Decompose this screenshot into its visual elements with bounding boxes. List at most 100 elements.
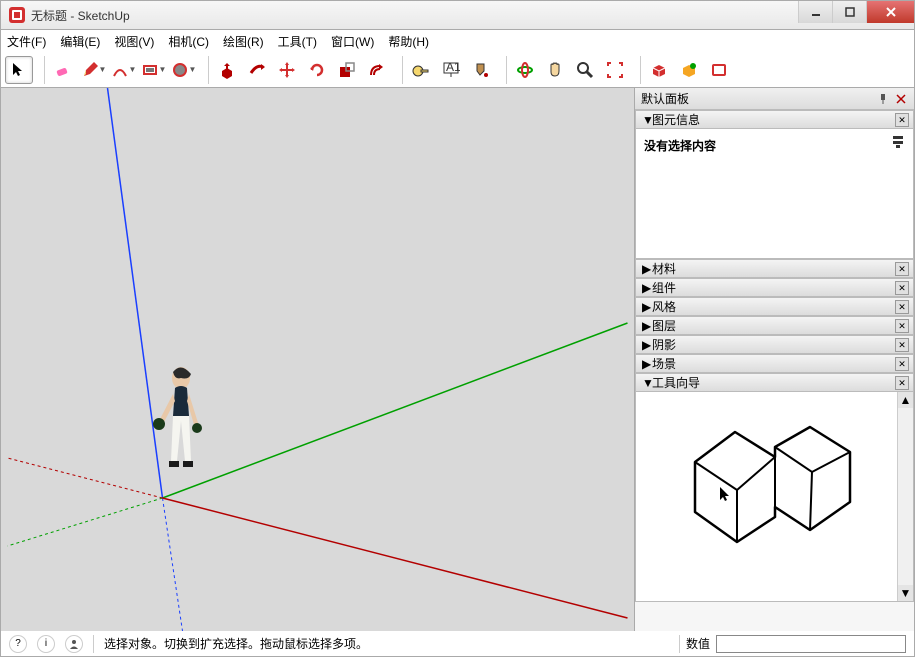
panel-entity-info-title: 图元信息	[652, 111, 700, 128]
panel-close-icon[interactable]: ✕	[895, 262, 909, 276]
panel-materials-title: 材料	[652, 260, 676, 277]
scale-tool[interactable]	[333, 56, 361, 84]
eraser-tool[interactable]	[49, 56, 77, 84]
panel-close-icon[interactable]: ✕	[895, 319, 909, 333]
chevron-right-icon: ▶	[642, 319, 652, 333]
status-user-icon[interactable]	[65, 635, 83, 653]
arc-tool[interactable]: ▼	[109, 56, 137, 84]
panel-close-icon[interactable]: ✕	[895, 357, 909, 371]
axes-overlay	[1, 88, 634, 631]
pushpull-tool[interactable]	[213, 56, 241, 84]
svg-text:A1: A1	[446, 61, 460, 74]
scroll-down-icon[interactable]: ▼	[898, 585, 913, 601]
zoom-tool[interactable]	[571, 56, 599, 84]
menu-draw[interactable]: 绘图(R)	[223, 33, 264, 50]
panel-close-icon[interactable]: ✕	[895, 281, 909, 295]
panel-shadows-header[interactable]: ▶阴影 ✕	[635, 335, 914, 354]
toolbar-separator	[201, 56, 209, 84]
panel-close-icon[interactable]: ✕	[895, 113, 909, 127]
tray-title-bar[interactable]: 默认面板	[635, 88, 914, 110]
panel-shadows-title: 阴影	[652, 336, 676, 353]
viewport[interactable]	[1, 88, 634, 631]
status-info-icon[interactable]: i	[37, 635, 55, 653]
panel-components-header[interactable]: ▶组件✕	[635, 278, 914, 297]
menu-edit[interactable]: 编辑(E)	[60, 33, 100, 50]
status-divider	[93, 635, 94, 653]
menu-help[interactable]: 帮助(H)	[388, 33, 429, 50]
scroll-up-icon[interactable]: ▲	[898, 392, 913, 408]
move-tool[interactable]	[273, 56, 301, 84]
collapsed-panels: ▶材料✕ ▶组件✕ ▶风格✕ ▶图层✕ ▶阴影✕ ▶场景✕ ▼工具向导✕	[635, 259, 914, 392]
chevron-right-icon: ▶	[642, 357, 652, 371]
panel-close-icon[interactable]: ✕	[895, 338, 909, 352]
panel-scenes-title: 场景	[652, 355, 676, 372]
status-divider	[679, 635, 680, 653]
panel-layers-header[interactable]: ▶图层 ✕	[635, 316, 914, 335]
menu-bar: 文件(F) 编辑(E) 视图(V) 相机(C) 绘图(R) 工具(T) 窗口(W…	[0, 30, 915, 52]
panel-styles-header[interactable]: ▶风格✕	[635, 297, 914, 316]
pan-tool[interactable]	[541, 56, 569, 84]
followme-tool[interactable]	[243, 56, 271, 84]
title-bar: 无标题 - SketchUp	[0, 0, 915, 30]
value-input[interactable]	[716, 635, 906, 653]
offset-tool[interactable]	[363, 56, 391, 84]
menu-camera[interactable]: 相机(C)	[168, 33, 209, 50]
rotate-tool[interactable]	[303, 56, 331, 84]
minimize-button[interactable]	[798, 1, 832, 23]
select-tool[interactable]	[5, 56, 33, 84]
menu-tools[interactable]: 工具(T)	[278, 33, 317, 50]
value-label: 数值	[686, 635, 710, 652]
chevron-right-icon: ▶	[642, 262, 652, 276]
gear-icon[interactable]	[891, 135, 905, 152]
components-tool[interactable]	[645, 56, 673, 84]
pin-icon[interactable]	[876, 92, 890, 106]
paint-tool[interactable]	[467, 56, 495, 84]
warehouse-tool[interactable]	[675, 56, 703, 84]
chevron-down-icon: ▼	[642, 376, 652, 390]
entity-info-no-selection: 没有选择内容	[644, 139, 716, 153]
tray-panel: 默认面板 ▼ 图元信息 ✕ 没有选择内容 ▶材料✕ ▶组件✕ ▶风格✕ ▶图层✕…	[634, 88, 914, 631]
panel-scenes-header[interactable]: ▶场景 ✕	[635, 354, 914, 373]
toolbar-separator	[499, 56, 507, 84]
window-controls	[798, 1, 914, 23]
instructor-illustration	[665, 402, 885, 572]
value-box: 数值	[679, 635, 906, 653]
panel-instructor-header[interactable]: ▼工具向导 ✕	[635, 373, 914, 392]
rectangle-tool[interactable]: ▼	[139, 56, 167, 84]
status-help-icon[interactable]: ?	[9, 635, 27, 653]
pencil-tool[interactable]: ▼	[79, 56, 107, 84]
tape-tool[interactable]	[407, 56, 435, 84]
menu-file[interactable]: 文件(F)	[7, 33, 46, 50]
toolbar-separator	[633, 56, 641, 84]
panel-styles-title: 风格	[652, 298, 676, 315]
scrollbar[interactable]: ▲ ▼	[897, 392, 913, 601]
panel-close-icon[interactable]: ✕	[895, 300, 909, 314]
panel-entity-info-header[interactable]: ▼ 图元信息 ✕	[635, 110, 914, 129]
text-tool[interactable]: A1	[437, 56, 465, 84]
layout-tool[interactable]	[705, 56, 733, 84]
chevron-down-icon: ▼	[642, 113, 652, 127]
panel-instructor-title: 工具向导	[652, 374, 700, 391]
toolbar-separator	[37, 56, 45, 84]
panel-materials-header[interactable]: ▶材料 ✕	[635, 259, 914, 278]
maximize-button[interactable]	[832, 1, 866, 23]
menu-view[interactable]: 视图(V)	[114, 33, 154, 50]
chevron-right-icon: ▶	[642, 338, 652, 352]
panel-instructor-body: ▲ ▼	[635, 392, 914, 602]
tray-close-icon[interactable]	[894, 92, 908, 106]
panel-close-icon[interactable]: ✕	[895, 376, 909, 390]
orbit-tool[interactable]	[511, 56, 539, 84]
menu-window[interactable]: 窗口(W)	[331, 33, 374, 50]
panel-entity-info-body: 没有选择内容	[635, 129, 914, 259]
close-button[interactable]	[866, 1, 914, 23]
chevron-right-icon: ▶	[642, 281, 652, 295]
app-icon	[9, 7, 25, 23]
panel-layers-title: 图层	[652, 317, 676, 334]
zoom-extents-tool[interactable]	[601, 56, 629, 84]
toolbar: ▼ ▼ ▼ ▼ A1	[0, 52, 915, 88]
tray-title: 默认面板	[641, 90, 689, 107]
figure-person[interactable]	[151, 366, 211, 509]
status-bar: ? i 选择对象。切换到扩充选择。拖动鼠标选择多项。 数值	[0, 631, 915, 657]
main-area: 默认面板 ▼ 图元信息 ✕ 没有选择内容 ▶材料✕ ▶组件✕ ▶风格✕ ▶图层✕…	[0, 88, 915, 631]
circle-tool[interactable]: ▼	[169, 56, 197, 84]
